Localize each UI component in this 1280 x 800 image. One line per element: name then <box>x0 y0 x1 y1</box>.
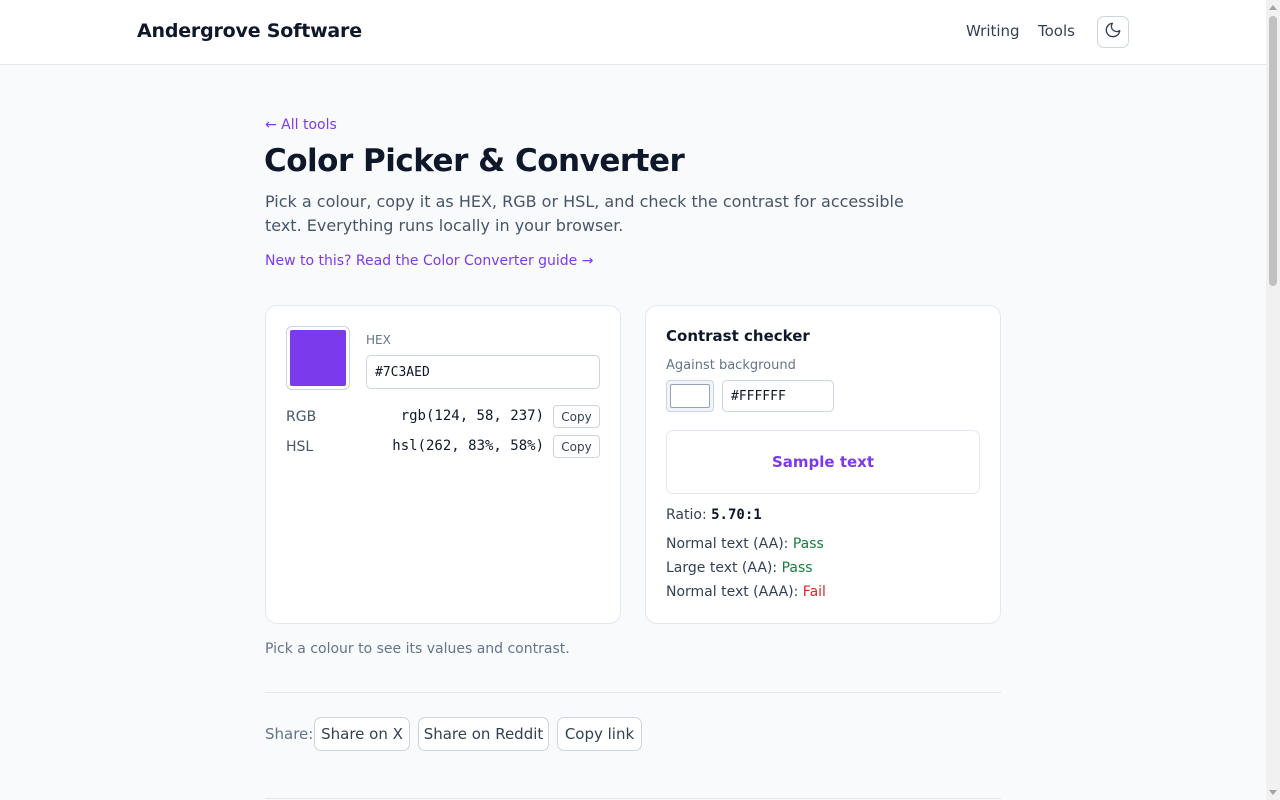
color-swatch-input[interactable] <box>286 326 350 390</box>
divider <box>265 692 1001 693</box>
top-navbar: Andergrove Software Writing Tools <box>0 0 1266 65</box>
sample-text-preview: Sample text <box>666 430 980 494</box>
scroll-down-arrow-icon[interactable] <box>1269 790 1277 795</box>
check-label: Normal text (AAA): <box>666 584 799 600</box>
ratio-label: Ratio: <box>666 507 707 523</box>
divider <box>265 798 1001 799</box>
contrast-ratio: Ratio: 5.70:1 <box>666 507 762 523</box>
hex-label: HEX <box>366 333 391 347</box>
contrast-checker-card: Contrast checker Against background #FFF… <box>645 305 1001 624</box>
moon-icon <box>1104 21 1122 43</box>
check-result: Pass <box>792 536 824 552</box>
hsl-label: HSL <box>286 439 314 455</box>
check-normal-aa: Normal text (AA): Pass <box>666 536 824 552</box>
nav-link-tools[interactable]: Tools <box>1038 22 1075 40</box>
color-swatch[interactable] <box>290 330 346 386</box>
check-large-aa: Large text (AA): Pass <box>666 560 813 576</box>
copy-rgb-button[interactable]: Copy <box>553 405 600 428</box>
contrast-checker-title: Contrast checker <box>666 327 810 345</box>
share-on-reddit-button[interactable]: Share on Reddit <box>418 717 549 751</box>
against-background-label: Against background <box>666 358 796 373</box>
hsl-value: hsl(262, 83%, 58%) <box>392 438 544 454</box>
hex-input[interactable]: #7C3AED <box>366 355 600 389</box>
theme-toggle-button[interactable] <box>1097 16 1129 48</box>
background-color-swatch[interactable] <box>666 380 714 412</box>
rgb-label: RGB <box>286 409 317 425</box>
check-result: Pass <box>781 560 813 576</box>
page-title: Color Picker & Converter <box>264 143 685 179</box>
background-swatch-fill <box>670 384 710 408</box>
copy-hsl-button[interactable]: Copy <box>553 435 600 458</box>
ratio-value: 5.70:1 <box>711 507 762 523</box>
nav-link-writing[interactable]: Writing <box>966 22 1020 40</box>
rgb-value: rgb(124, 58, 237) <box>400 408 544 424</box>
check-result: Fail <box>802 584 826 600</box>
guide-link[interactable]: New to this? Read the Color Converter gu… <box>265 253 593 269</box>
color-picker-card: HEX #7C3AED RGB rgb(124, 58, 237) Copy H… <box>265 305 621 624</box>
check-label: Large text (AA): <box>666 560 778 576</box>
copy-link-button[interactable]: Copy link <box>557 717 642 751</box>
check-normal-aaa: Normal text (AAA): Fail <box>666 584 826 600</box>
scrollbar-thumb[interactable] <box>1269 16 1277 286</box>
check-label: Normal text (AA): <box>666 536 789 552</box>
scroll-up-arrow-icon[interactable] <box>1269 5 1277 10</box>
share-on-x-button[interactable]: Share on X <box>314 717 410 751</box>
status-hint: Pick a colour to see its values and cont… <box>265 641 570 657</box>
page-scrollbar[interactable] <box>1266 0 1280 800</box>
page-intro: Pick a colour, copy it as HEX, RGB or HS… <box>265 192 904 235</box>
background-hex-input[interactable]: #FFFFFF <box>722 380 834 412</box>
all-tools-back-link[interactable]: ← All tools <box>265 117 337 133</box>
share-label: Share: <box>265 725 314 743</box>
brand-logo-text[interactable]: Andergrove Software <box>137 20 362 42</box>
